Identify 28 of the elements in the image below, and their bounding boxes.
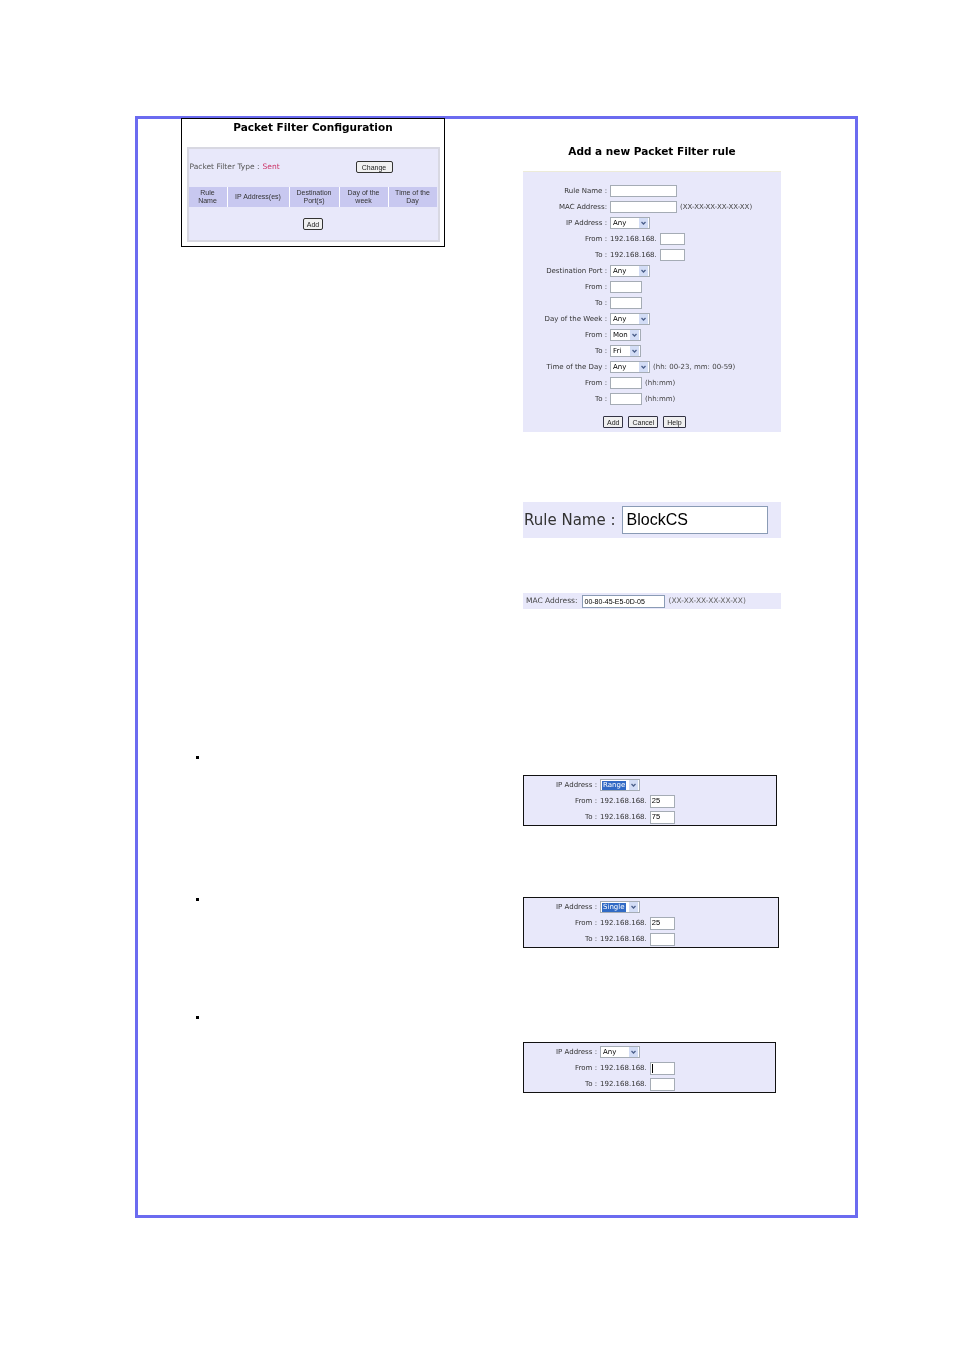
input-field[interactable] <box>610 201 677 213</box>
input-field[interactable] <box>610 185 677 197</box>
bullet-icon <box>196 756 199 759</box>
input-field[interactable] <box>649 1061 675 1075</box>
dropdown-arrow-icon <box>639 314 648 324</box>
input-field[interactable] <box>649 932 675 946</box>
dropdown-arrow-icon <box>639 218 648 228</box>
input-field[interactable] <box>610 377 642 389</box>
dropdown-arrow-icon <box>629 902 638 912</box>
bullet-icon <box>196 898 199 901</box>
config-title: Packet Filter Configuration <box>233 120 393 134</box>
field-label: Rule Name : <box>524 512 616 528</box>
dropdown-arrow-icon <box>630 330 639 340</box>
input-field[interactable] <box>659 249 685 261</box>
dropdown-arrow-icon <box>629 780 638 790</box>
input-field[interactable]: BlockCS <box>621 506 768 534</box>
input-field[interactable] <box>610 297 642 309</box>
dropdown-arrow-icon <box>629 1047 638 1057</box>
input-field[interactable] <box>610 281 642 293</box>
text-cursor-icon <box>651 1063 653 1073</box>
dropdown-arrow-icon <box>639 362 648 372</box>
form-title: Add a new Packet Filter rule <box>568 144 736 158</box>
dropdown-arrow-icon <box>630 346 639 356</box>
input-field[interactable] <box>610 393 642 405</box>
input-field[interactable] <box>649 1077 675 1091</box>
dropdown-arrow-icon <box>639 266 648 276</box>
bullet-icon <box>196 1016 199 1019</box>
input-field[interactable] <box>659 233 685 245</box>
